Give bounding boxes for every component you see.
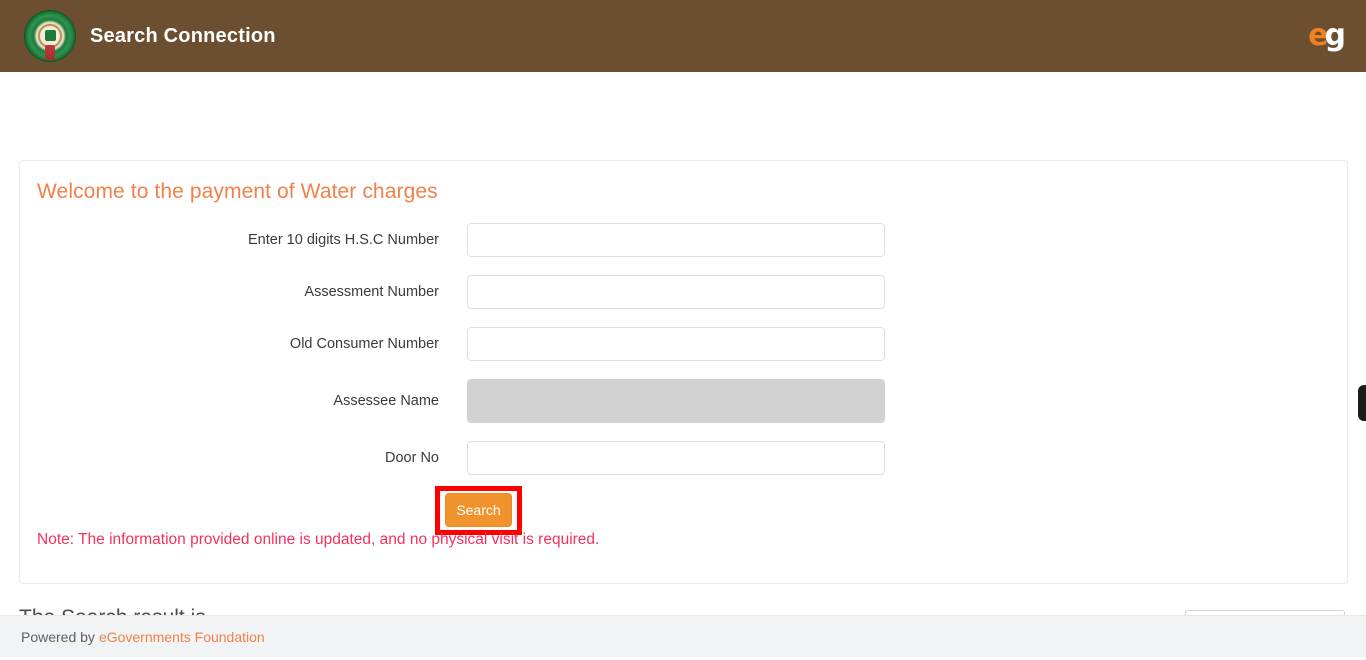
- ap-government-emblem-icon: [24, 10, 76, 62]
- field-hsc-number: [467, 223, 885, 257]
- field-door-no: [467, 441, 885, 475]
- form-note: Note: The information provided online is…: [37, 531, 600, 548]
- search-connection-card: Welcome to the payment of Water charges …: [19, 160, 1348, 584]
- field-assessment-number: [467, 275, 885, 309]
- brand: Search Connection: [24, 10, 276, 62]
- app-footer: Powered by eGovernments Foundation: [0, 615, 1366, 657]
- label-old-consumer-number: Old Consumer Number: [289, 336, 439, 352]
- footer-org-link[interactable]: eGovernments Foundation: [99, 629, 265, 645]
- card-title: Welcome to the payment of Water charges: [37, 180, 438, 203]
- page-title: Search Connection: [90, 24, 276, 47]
- label-door-no: Door No: [385, 450, 439, 466]
- form-row-old-consumer-number: Old Consumer Number: [20, 327, 1347, 361]
- egov-logo-icon[interactable]: e g: [1308, 18, 1346, 53]
- form-row-door-no: Door No: [20, 441, 1347, 475]
- footer-powered-by: Powered by: [21, 628, 95, 645]
- hsc-number-input[interactable]: [467, 223, 885, 257]
- old-consumer-number-input[interactable]: [467, 327, 885, 361]
- label-assessee-name: Assessee Name: [333, 393, 439, 409]
- assessment-number-input[interactable]: [467, 275, 885, 309]
- field-assessee-name: [467, 379, 885, 423]
- label-assessment-number: Assessment Number: [304, 284, 439, 300]
- egov-logo-g: g: [1324, 18, 1346, 53]
- form-row-assessment-number: Assessment Number: [20, 275, 1347, 309]
- form-row-hsc-number: Enter 10 digits H.S.C Number: [20, 223, 1347, 257]
- search-form: Enter 10 digits H.S.C Number Assessment …: [20, 223, 1347, 535]
- app-header: Search Connection e g: [0, 0, 1366, 72]
- emblem-pillar: [45, 45, 55, 60]
- field-old-consumer-number: [467, 327, 885, 361]
- side-feedback-tab[interactable]: [1358, 385, 1366, 421]
- assessee-name-input: [467, 379, 885, 423]
- search-button[interactable]: Search: [445, 493, 512, 527]
- form-row-assessee-name: Assessee Name: [20, 379, 1347, 423]
- door-no-input[interactable]: [467, 441, 885, 475]
- label-hsc-number: Enter 10 digits H.S.C Number: [248, 232, 439, 248]
